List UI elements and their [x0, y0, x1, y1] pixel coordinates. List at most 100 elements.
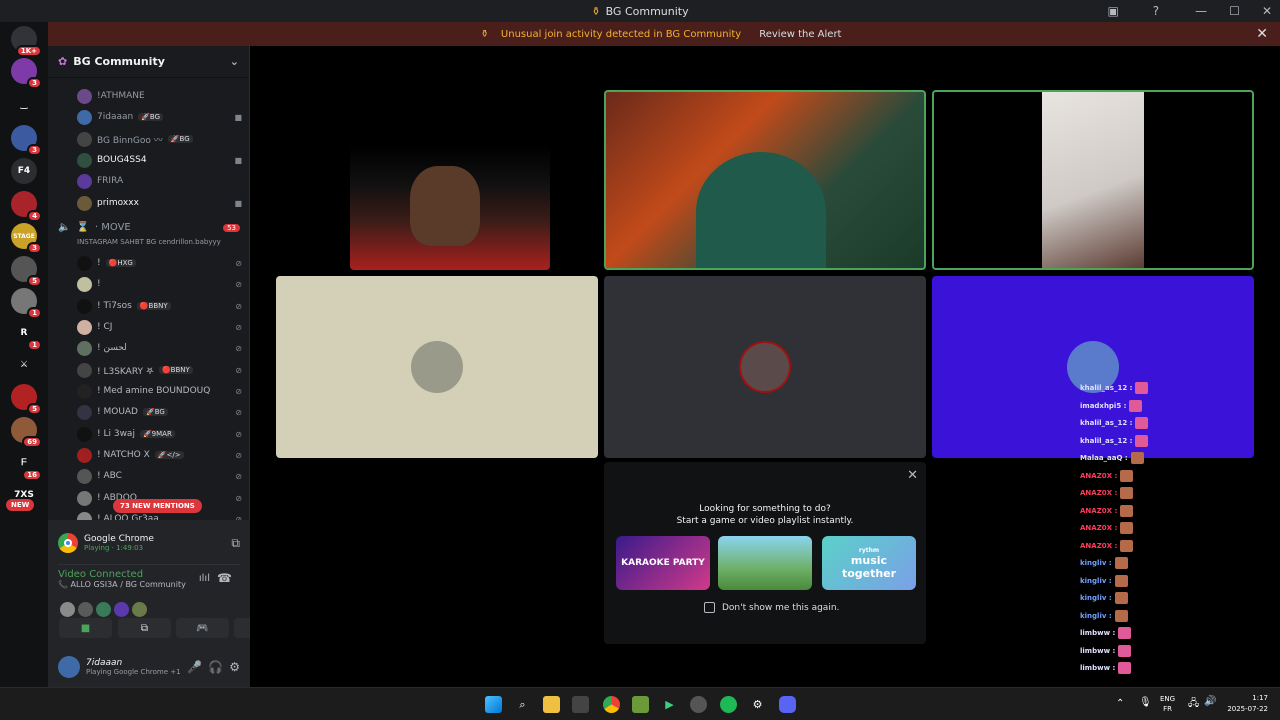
user-avatar [77, 131, 92, 147]
participant-avatar[interactable] [60, 602, 75, 617]
server-badge: 3 [27, 144, 42, 156]
chrome-taskbar-icon[interactable] [603, 696, 620, 713]
settings-gear-icon[interactable]: ⚙ [229, 660, 240, 674]
server-icon[interactable]: 3 [11, 58, 42, 89]
chevron-down-icon[interactable]: ⌄ [230, 55, 239, 68]
voice-user[interactable]: ! Ti7sos 🔴BBNY ⊘ [77, 297, 242, 315]
file-explorer-icon[interactable] [543, 696, 560, 713]
music-together-card[interactable]: rythm music together [822, 536, 916, 590]
help-icon[interactable]: ? [1153, 4, 1159, 18]
user-avatar[interactable] [58, 656, 80, 678]
video-tile-user6[interactable] [932, 276, 1254, 458]
minimize-button[interactable]: — [1195, 4, 1207, 18]
voice-user[interactable]: ! CJ ⊘ [77, 318, 242, 336]
close-alert-icon[interactable]: ✕ [1256, 26, 1268, 42]
maximize-button[interactable]: ☐ [1229, 4, 1240, 18]
guild-header[interactable]: ✿ BG Community ⌄ [48, 46, 249, 78]
user-status: Playing Google Chrome +1 [86, 668, 181, 676]
phone-icon: 📞 [58, 580, 68, 589]
activity-popup: ✕ Looking for something to do? Start a g… [604, 462, 926, 644]
server-icon[interactable]: 5 [11, 384, 42, 415]
video-tile-user4[interactable] [276, 276, 598, 458]
video-tile-user1[interactable] [350, 146, 550, 270]
title-bar: ⚱ BG Community ▣ ? — ☐ ✕ [0, 0, 1280, 22]
mic-tray-icon[interactable]: 🎙 [1139, 697, 1152, 708]
steam-icon[interactable] [690, 696, 707, 713]
server-icon[interactable]: R1 [11, 320, 42, 351]
signal-icon[interactable]: ılıl [199, 573, 210, 584]
play-icon[interactable]: ▶ [661, 696, 678, 713]
emote-icon [1120, 487, 1134, 499]
karaoke-party-card[interactable]: KARAOKE PARTY [616, 536, 710, 590]
participant-avatar[interactable] [132, 602, 147, 617]
server-icon[interactable]: ᖴ 16 [11, 450, 42, 481]
disconnect-icon[interactable]: ☎ [217, 571, 232, 585]
share-screen-button[interactable]: ⧉ [118, 618, 171, 638]
server-badge: 3 [27, 77, 42, 89]
camera-button[interactable]: ■ [59, 618, 112, 638]
voice-user[interactable]: ! L3SKARY 𖤐 🔴BBNY ⊘ [77, 361, 242, 379]
store-icon[interactable] [572, 696, 589, 713]
voice-user[interactable]: ! Li 3waj 🚀9MAR ⊘ [77, 425, 242, 443]
voice-user[interactable]: ! ⊘ [77, 275, 242, 293]
spotify-icon[interactable] [720, 696, 737, 713]
voice-user[interactable]: ! ABC ⊘ [77, 467, 242, 485]
voice-user[interactable]: FRIRA [77, 172, 242, 190]
clock[interactable]: 1:17 2025-07-22 [1224, 693, 1268, 715]
voice-user[interactable]: ! لحسن ⊘ [77, 339, 242, 357]
language-indicator[interactable]: ENG FR [1160, 694, 1175, 714]
settings-icon[interactable]: ⚙ [749, 696, 766, 713]
server-icon[interactable]: STAGE 3 [11, 223, 42, 254]
emote-icon [1120, 539, 1134, 552]
voice-user[interactable]: ! 🔴HXG ⊘ [77, 254, 242, 272]
discord-icon[interactable] [779, 696, 796, 713]
voice-user[interactable]: primoxxx ■ [77, 194, 242, 212]
close-popup-icon[interactable]: ✕ [907, 468, 918, 483]
dont-show-row[interactable]: Don't show me this again. [704, 602, 839, 613]
server-icon[interactable]: F4 [11, 158, 37, 184]
server-icon[interactable]: 5 [11, 256, 42, 287]
voice-user[interactable]: ! Med amine BOUNDOUQ ⊘ [77, 382, 242, 400]
video-tile-user2[interactable] [604, 90, 926, 270]
activity-button[interactable]: 🎮 [176, 618, 229, 638]
bluestacks-icon[interactable] [632, 696, 649, 713]
voice-user[interactable]: BG BinnGoo 〰 🚀BG [77, 130, 242, 148]
user-avatar [77, 152, 92, 168]
hourglass-icon: ⌛ [76, 222, 89, 233]
headphones-icon[interactable]: 🎧 [208, 660, 223, 674]
server-icon[interactable]: 1 [11, 288, 42, 319]
network-icon[interactable]: 🖧 [1188, 696, 1199, 713]
server-icon[interactable]: 1K+ [11, 26, 42, 57]
inbox-icon[interactable]: ▣ [1107, 4, 1118, 18]
voice-channel-move[interactable]: 🔈 ⌛ · MOVE 53 [58, 222, 240, 233]
voice-user[interactable]: 7idaaan 🚀BG ■ [77, 108, 242, 126]
chat-username: ANAZ0X : [1080, 524, 1118, 532]
voice-user[interactable]: BOUG4SS4 ■ [77, 151, 242, 169]
start-icon[interactable] [485, 696, 502, 713]
participant-avatar[interactable] [78, 602, 93, 617]
participant-avatar[interactable] [96, 602, 111, 617]
participant-avatar[interactable] [114, 602, 129, 617]
activity-row[interactable]: Google Chrome Playing · 1:49:03 ⧉ [58, 528, 240, 558]
server-icon[interactable]: 69 [11, 417, 42, 448]
review-alert-button[interactable]: Review the Alert [753, 27, 847, 42]
checkbox[interactable] [704, 602, 715, 613]
chevron-up-icon[interactable]: ⌃ [1116, 698, 1124, 709]
server-icon[interactable]: 4 [11, 191, 42, 222]
voice-user[interactable]: ! MOUAD 🚀BG ⊘ [77, 403, 242, 421]
game-activity-card[interactable] [718, 536, 812, 590]
server-icon[interactable]: ⚔ [11, 352, 37, 378]
voice-user[interactable]: ! NATCHO X 🚀</> ⊘ [77, 446, 242, 464]
new-mentions-pill[interactable]: 73 NEW MENTIONS [113, 499, 202, 513]
deafened-icon: ⊘ [235, 322, 242, 332]
voice-user[interactable]: !ATHMANE [77, 87, 242, 105]
search-icon[interactable]: ⌕ [514, 696, 531, 713]
video-tile-user3[interactable] [932, 90, 1254, 270]
video-tile-user5[interactable] [604, 276, 926, 458]
server-icon[interactable]: ‿ [11, 92, 37, 118]
screen-share-icon[interactable]: ⧉ [231, 536, 240, 551]
server-icon[interactable]: 3 [11, 125, 42, 156]
mic-icon[interactable]: 🎤 [187, 660, 202, 674]
volume-icon[interactable]: 🔊 [1204, 696, 1216, 707]
close-window-button[interactable]: ✕ [1262, 4, 1272, 18]
